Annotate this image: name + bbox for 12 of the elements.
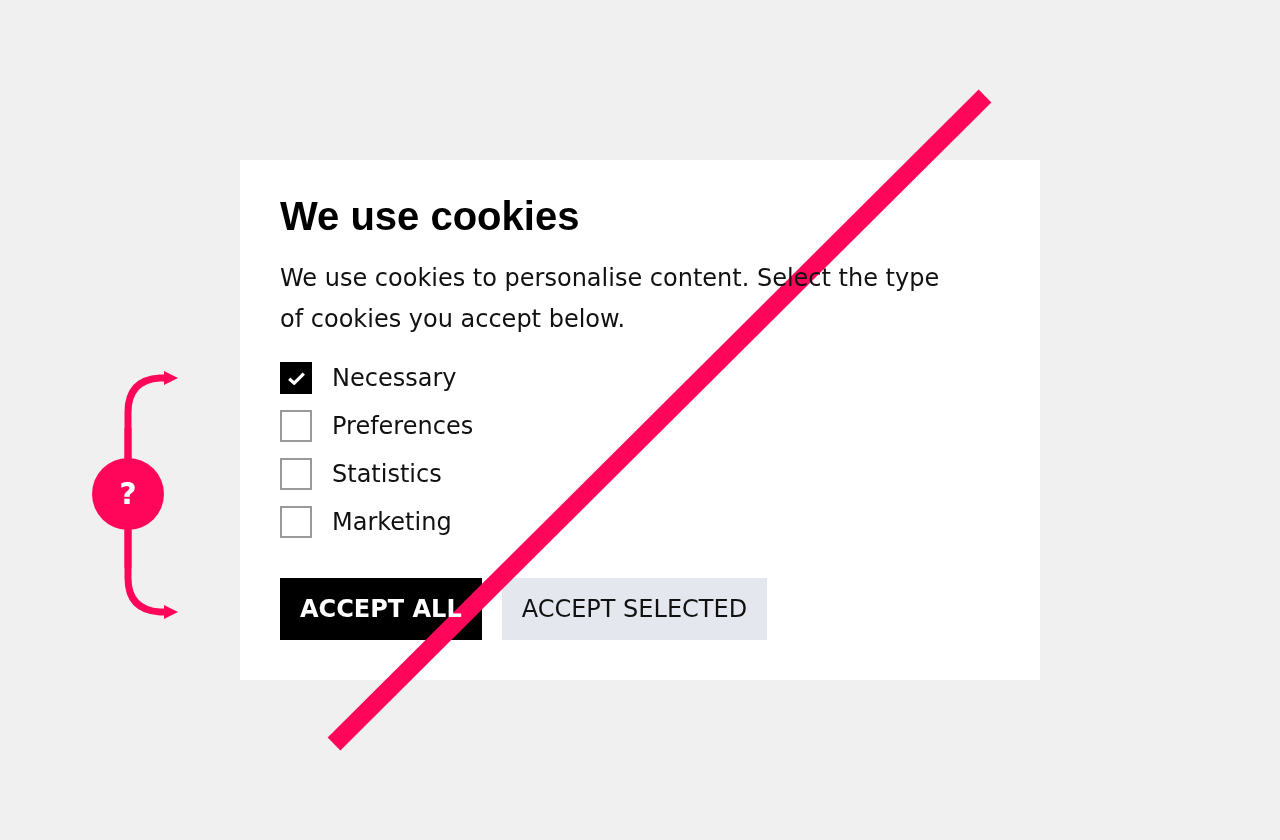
dialog-title: We use cookies xyxy=(280,193,580,240)
checkbox-label: Statistics xyxy=(332,459,442,490)
checkbox[interactable] xyxy=(280,458,312,490)
checkbox-label: Marketing xyxy=(332,507,452,538)
checkbox-label: Necessary xyxy=(332,363,457,394)
checkbox[interactable] xyxy=(280,362,312,394)
check-icon xyxy=(287,371,305,385)
accept-selected-button[interactable]: ACCEPT SELECTED xyxy=(501,578,768,640)
checkbox-label: Preferences xyxy=(332,411,474,442)
question-marker: ? xyxy=(92,458,164,530)
checkbox[interactable] xyxy=(280,410,312,442)
checkbox[interactable] xyxy=(280,506,312,538)
